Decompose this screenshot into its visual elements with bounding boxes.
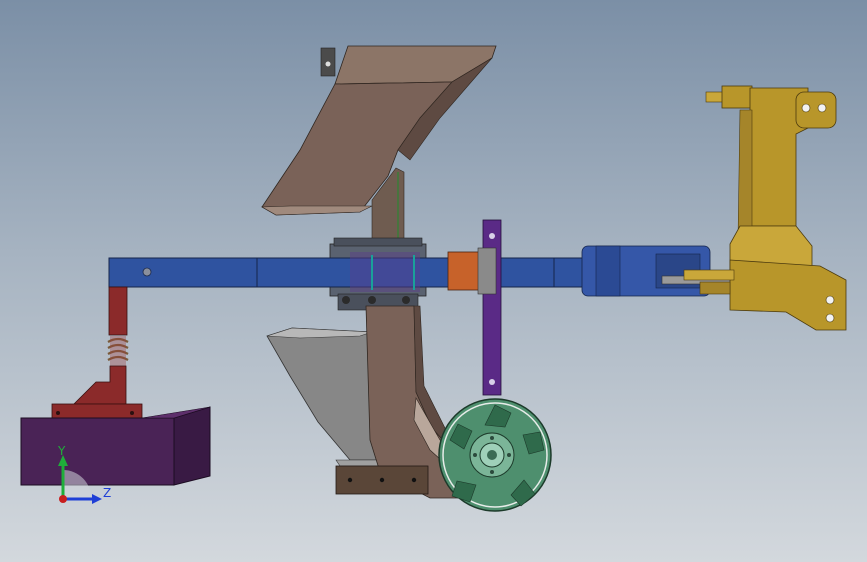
origin-dot bbox=[59, 495, 67, 503]
depth-wheel-bracket bbox=[447, 219, 502, 396]
plow-assembly-drawing: Y Z bbox=[20, 45, 847, 512]
y-axis-label: Y bbox=[57, 444, 66, 458]
z-axis-label: Z bbox=[103, 486, 111, 500]
upper-moldboard bbox=[260, 45, 497, 216]
skid-assembly bbox=[20, 286, 211, 486]
lower-moldboard bbox=[266, 327, 385, 467]
disc-wheel bbox=[438, 398, 552, 512]
cad-viewport[interactable]: Y Z bbox=[0, 0, 867, 562]
hitch-frame bbox=[683, 85, 847, 331]
